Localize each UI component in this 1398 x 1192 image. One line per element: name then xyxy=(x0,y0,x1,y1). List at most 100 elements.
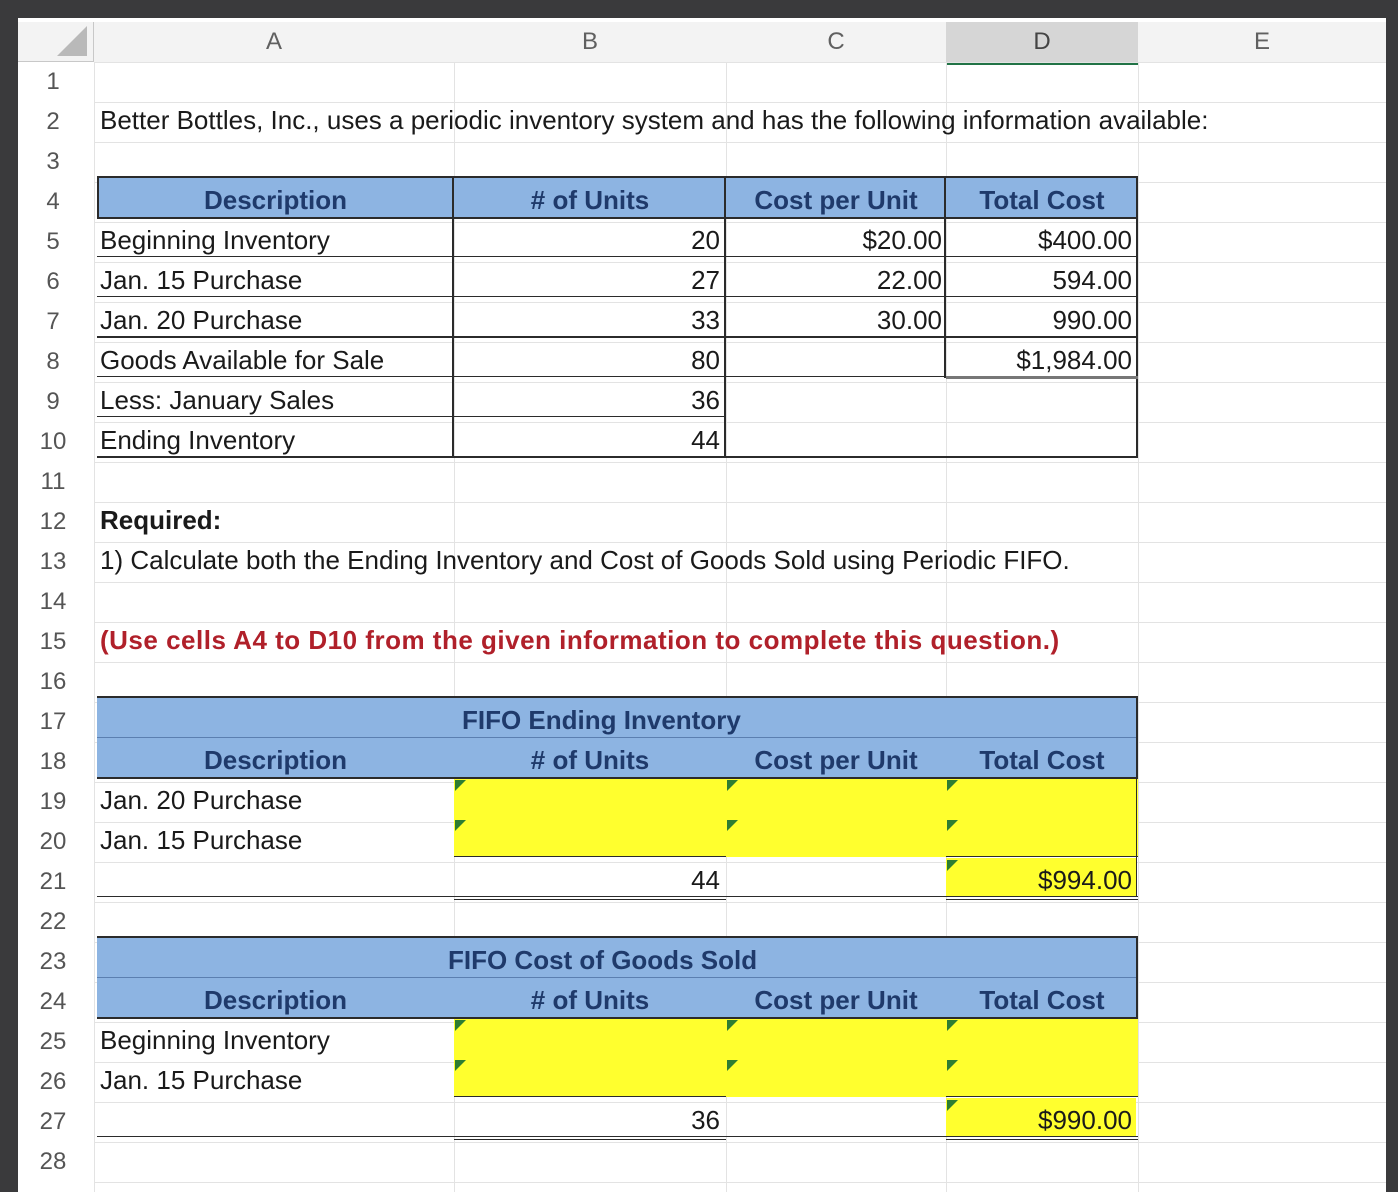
info-row-total xyxy=(946,380,1132,420)
gridline xyxy=(94,662,1386,663)
info-row-description: Ending Inventory xyxy=(100,425,296,455)
fifo-ei-input-units[interactable] xyxy=(454,779,726,857)
row-header-2[interactable]: 2 xyxy=(18,102,88,142)
row-header-28[interactable]: 28 xyxy=(18,1142,88,1182)
info-row-total: $1,984.00 xyxy=(1016,345,1132,375)
border xyxy=(97,737,1138,738)
info-row-description: Beginning Inventory xyxy=(100,225,330,255)
fifo-ei-row-2: Jan. 15 Purchase xyxy=(100,825,303,855)
gridline xyxy=(94,502,1386,503)
row-header-8[interactable]: 8 xyxy=(18,342,88,382)
row-header-10[interactable]: 10 xyxy=(18,422,88,462)
fifo-cogs-total-units[interactable]: 36 xyxy=(454,1100,720,1140)
fifo-cogs-input-cost[interactable] xyxy=(726,1019,946,1097)
row-header-16[interactable]: 16 xyxy=(18,662,88,702)
info-row-cost xyxy=(726,380,942,420)
info-row-cost: $20.00 xyxy=(862,225,942,255)
info-row-total: $400.00 xyxy=(1038,225,1132,255)
column-header-c[interactable]: C xyxy=(726,22,947,63)
row-header-15[interactable]: 15 xyxy=(18,622,88,662)
row-header-14[interactable]: 14 xyxy=(18,582,88,622)
gridline xyxy=(94,1142,1386,1143)
fifo-ei-input-cost[interactable] xyxy=(726,779,946,857)
row-header-26[interactable]: 26 xyxy=(18,1062,88,1102)
row-header-19[interactable]: 19 xyxy=(18,782,88,822)
error-indicator-icon xyxy=(455,1020,466,1031)
row-header-12[interactable]: 12 xyxy=(18,502,88,542)
error-indicator-icon xyxy=(727,820,738,831)
row-header-11[interactable]: 11 xyxy=(18,462,88,502)
fifo-ei-total-units[interactable]: 44 xyxy=(454,860,720,900)
error-indicator-icon xyxy=(947,1060,958,1071)
row-header-23[interactable]: 23 xyxy=(18,942,88,982)
spreadsheet-grid[interactable]: A B C D E 1 2 3 4 5 6 7 8 9 10 11 12 13 14 15 16 17 18 19 2… xyxy=(18,18,1386,1192)
row-header-25[interactable]: 25 xyxy=(18,1022,88,1062)
error-indicator-icon xyxy=(455,780,466,791)
info-row-total: 594.00 xyxy=(1052,265,1132,295)
fifo-cogs-header-units: # of Units xyxy=(530,985,650,1015)
row-header-6[interactable]: 6 xyxy=(18,262,88,302)
info-row-description: Goods Available for Sale xyxy=(100,345,385,375)
fifo-cogs-total-cost[interactable]: $990.00 xyxy=(946,1100,1132,1140)
row-header-22[interactable]: 22 xyxy=(18,902,88,942)
fifo-cogs-row-1: Beginning Inventory xyxy=(100,1025,330,1055)
border xyxy=(97,696,1138,698)
row-header-5[interactable]: 5 xyxy=(18,222,88,262)
question-1: 1) Calculate both the Ending Inventory a… xyxy=(100,545,1070,575)
error-indicator-icon xyxy=(727,1020,738,1031)
info-row-units: 80 xyxy=(691,345,720,375)
border xyxy=(1136,176,1138,458)
fifo-cogs-title: FIFO Cost of Goods Sold xyxy=(448,945,758,975)
row-header-1[interactable]: 1 xyxy=(18,62,88,102)
row-header-3[interactable]: 3 xyxy=(18,142,88,182)
select-all-triangle-icon xyxy=(57,26,87,56)
error-indicator-icon xyxy=(455,820,466,831)
fifo-cogs-header-description: Description xyxy=(203,985,348,1015)
border xyxy=(454,1096,726,1097)
row-header-9[interactable]: 9 xyxy=(18,382,88,422)
fifo-ei-total-cost[interactable]: $994.00 xyxy=(946,860,1132,900)
column-header-b[interactable]: B xyxy=(454,22,727,63)
gridline xyxy=(94,862,1386,863)
border xyxy=(97,896,1138,897)
row-header-17[interactable]: 17 xyxy=(18,702,88,742)
row-header-13[interactable]: 13 xyxy=(18,542,88,582)
column-header-e[interactable]: E xyxy=(1138,22,1386,63)
info-row-description: Jan. 15 Purchase xyxy=(100,265,303,295)
fifo-cogs-input-total[interactable] xyxy=(946,1019,1138,1097)
info-row-cost: 22.00 xyxy=(876,265,942,295)
fifo-ei-input-total[interactable] xyxy=(946,779,1138,857)
error-indicator-icon xyxy=(455,1060,466,1071)
row-header-24[interactable]: 24 xyxy=(18,982,88,1022)
info-row-cost xyxy=(726,420,942,460)
select-all-corner[interactable] xyxy=(18,22,94,62)
border xyxy=(946,1139,1138,1140)
row-header-18[interactable]: 18 xyxy=(18,742,88,782)
gridline xyxy=(94,462,1386,463)
border xyxy=(454,899,726,900)
border xyxy=(97,176,99,219)
error-indicator-icon xyxy=(727,780,738,791)
instruction-text: (Use cells A4 to D10 from the given info… xyxy=(100,625,1060,655)
border xyxy=(97,977,1138,978)
row-header-20[interactable]: 20 xyxy=(18,822,88,862)
row-header-7[interactable]: 7 xyxy=(18,302,88,342)
row-header-21[interactable]: 21 xyxy=(18,862,88,902)
column-header-a[interactable]: A xyxy=(94,22,455,63)
fifo-ei-header-units: # of Units xyxy=(530,745,650,775)
column-header-d[interactable]: D xyxy=(946,22,1139,65)
row-header-27[interactable]: 27 xyxy=(18,1102,88,1142)
error-indicator-icon xyxy=(947,780,958,791)
required-label: Required: xyxy=(100,505,222,535)
info-row-total: 990.00 xyxy=(1052,305,1132,335)
info-row-units: 27 xyxy=(691,265,720,295)
info-row-units: 20 xyxy=(691,225,720,255)
fifo-ei-header-total: Total Cost xyxy=(979,745,1105,775)
border xyxy=(946,856,1138,857)
info-row-description: Jan. 20 Purchase xyxy=(100,305,303,335)
info-row-units: 36 xyxy=(691,385,720,415)
fifo-cogs-input-units[interactable] xyxy=(454,1019,726,1097)
row-header-4[interactable]: 4 xyxy=(18,182,88,222)
border xyxy=(97,936,1138,938)
fifo-ei-title: FIFO Ending Inventory xyxy=(462,705,741,735)
